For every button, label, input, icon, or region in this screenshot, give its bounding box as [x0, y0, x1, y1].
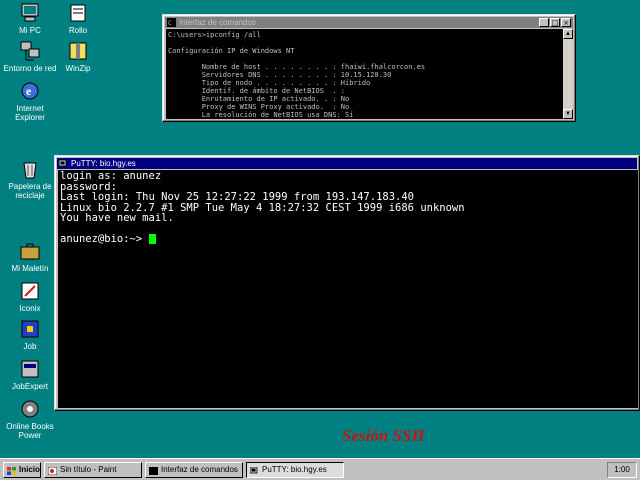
desktop-icon-iconix[interactable]: Iconix [0, 280, 60, 313]
scroll-down-button[interactable]: ▼ [563, 109, 573, 119]
cmd-icon [149, 466, 158, 475]
cmd-title: Interfaz de comandos [179, 18, 256, 27]
task-label: Interfaz de comandos [161, 465, 238, 474]
recycle-bin-icon [19, 158, 41, 180]
console-line: You have new mail. [60, 212, 174, 224]
briefcase-icon [19, 240, 41, 262]
console-line: Identif. de ámbito de NetBIOS . : [168, 87, 346, 95]
start-label: Inicio [19, 465, 40, 474]
desktop-icon-label: Internet Explorer [15, 104, 45, 122]
caption-text: Sesión SSH [342, 426, 425, 445]
console-line: Configuración IP de Windows NT [168, 47, 295, 55]
desktop-icon-recycle-bin[interactable]: Papelera de reciclaje [0, 158, 60, 200]
desktop-icon-winzip[interactable]: WinZip [48, 40, 108, 73]
desktop-icon-label: Rollo [68, 26, 88, 35]
putty-titlebar[interactable]: PuTTY: bio.hgy.es [57, 158, 637, 169]
paint-icon [47, 466, 58, 476]
desktop-icon-label: Iconix [19, 304, 41, 313]
desktop-icon-label: JobExpert [11, 382, 49, 391]
desktop-icon-briefcase[interactable]: Mi Maletín [0, 240, 60, 273]
cmd-window[interactable]: C Interfaz de comandos _ □ × C:\users>ip… [162, 14, 576, 122]
desktop-icon-label: WinZip [65, 64, 91, 73]
console-line: Last login: Thu Nov 25 12:27:22 1999 fro… [60, 191, 415, 203]
desktop-icon-label: Mi Maletín [11, 264, 49, 273]
console-line: La resolución de NetBIOS usa DNS: Sí [168, 111, 354, 119]
windows-logo-icon [7, 466, 16, 475]
putty-title: PuTTY: bio.hgy.es [71, 159, 136, 168]
close-button[interactable]: × [561, 18, 571, 27]
desktop-icon-rollo[interactable]: Rollo [48, 2, 108, 35]
console-line: anunez@bio:~> [60, 234, 636, 245]
cmd-scrollbar[interactable]: ▲ ▼ [563, 29, 573, 119]
desktop-icon-jobexpert[interactable]: JobExpert [0, 358, 60, 391]
cmd-icon: C [167, 18, 176, 27]
winzip-icon [67, 40, 89, 62]
console-line: Nombre de host . . . . . . . . : fhaiwi.… [168, 63, 426, 71]
putty-icon [58, 159, 68, 168]
console-line: Servidores DNS . . . . . . . . : 10.15.1… [168, 71, 392, 79]
task-label: PuTTY: bio.hgy.es [262, 465, 327, 474]
desktop-icon-online-books[interactable]: Online Books Power [0, 398, 60, 440]
task-button-putty[interactable]: PuTTY: bio.hgy.es [246, 462, 344, 478]
network-neighborhood-icon [19, 40, 41, 62]
start-button[interactable]: Inicio [3, 462, 41, 478]
cmd-titlebar[interactable]: C Interfaz de comandos _ □ × [165, 17, 573, 28]
console-line: Enrutamiento de IP activado. . : No [168, 95, 350, 103]
console-line: Tipo de nodo . . . . . . . . . : Híbrido [168, 79, 371, 87]
desktop-icon-label: Online Books Power [6, 422, 54, 440]
cmd-console[interactable]: C:\users>ipconfig /all Configuración IP … [166, 29, 563, 119]
desktop-icon-label: Papelera de reciclaje [8, 182, 52, 200]
console-line: login as: anunez [60, 170, 162, 182]
scroll-up-button[interactable]: ▲ [563, 29, 573, 39]
app-icon [19, 318, 41, 340]
internet-explorer-icon: e [19, 80, 41, 102]
desktop-icon-label: Job [23, 342, 37, 351]
system-tray-clock[interactable]: 1:00 [607, 462, 637, 478]
minimize-button[interactable]: _ [539, 18, 549, 27]
my-computer-icon [19, 2, 41, 24]
svg-text:C: C [168, 20, 172, 27]
app-icon [19, 280, 41, 302]
app-icon [19, 358, 41, 380]
task-button-paint[interactable]: Sin título - Paint [44, 462, 142, 478]
app-icon [67, 2, 89, 24]
svg-text:e: e [26, 84, 32, 98]
putty-icon [249, 466, 259, 474]
task-label: Sin título - Paint [60, 465, 117, 474]
task-button-cmd[interactable]: Interfaz de comandos [145, 462, 243, 478]
putty-terminal[interactable]: login as: anunez password: Last login: Thu… [58, 170, 638, 408]
putty-window[interactable]: PuTTY: bio.hgy.es login as: anunez passwo… [54, 155, 640, 411]
desktop-icon-job[interactable]: Job [0, 318, 60, 351]
maximize-button[interactable]: □ [550, 18, 560, 27]
taskbar: Inicio Sin título - Paint Interfaz de co… [0, 458, 640, 480]
terminal-cursor [148, 234, 156, 244]
desktop-icon-internet-explorer[interactable]: e Internet Explorer [0, 80, 60, 122]
app-icon [19, 398, 41, 420]
console-line: C:\users>ipconfig /all [168, 31, 261, 39]
console-line: Proxy de WINS Proxy activado. : No [168, 103, 350, 111]
